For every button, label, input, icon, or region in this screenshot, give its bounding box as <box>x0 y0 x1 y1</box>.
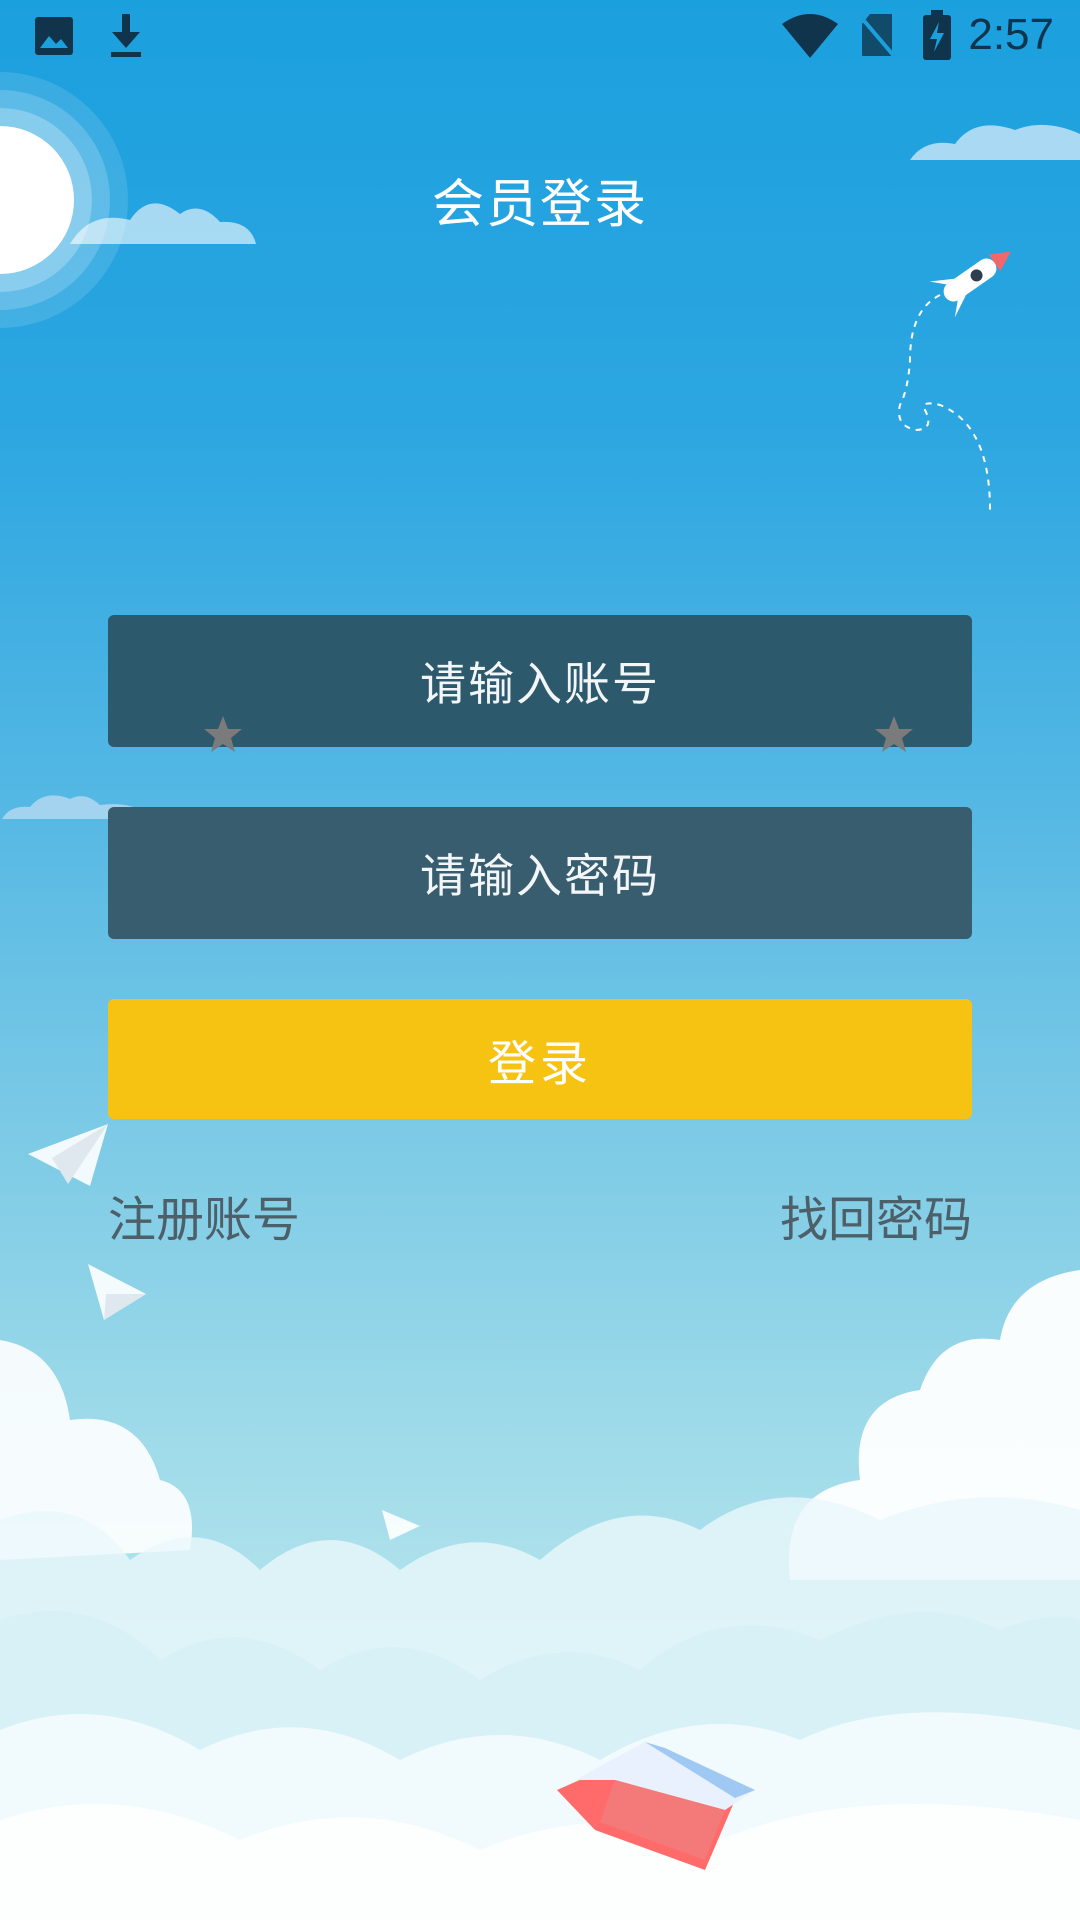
password-input[interactable]: 请输入密码 <box>108 807 972 939</box>
account-placeholder: 请输入账号 <box>420 657 660 711</box>
login-button-label: 登录 <box>487 1036 592 1092</box>
cloud-bank-illustration <box>0 1270 1080 1920</box>
status-bar: 2:57 <box>0 0 1080 72</box>
status-clock: 2:57 <box>968 10 1054 59</box>
star-icon <box>204 716 242 752</box>
page-title: 会员登录 <box>431 175 648 235</box>
download-icon <box>111 14 141 57</box>
image-icon <box>35 17 73 55</box>
password-placeholder: 请输入密码 <box>420 849 660 903</box>
star-icon <box>875 716 913 752</box>
register-link[interactable]: 注册账号 <box>108 1180 300 1250</box>
cloud-illustration <box>910 124 1080 160</box>
no-sim-icon <box>858 14 896 58</box>
login-button[interactable]: 登录 <box>108 999 972 1119</box>
wifi-icon <box>782 14 838 58</box>
forgot-password-link[interactable]: 找回密码 <box>780 1180 972 1250</box>
battery-charging-icon <box>923 10 951 60</box>
book-illustration <box>557 1742 755 1870</box>
login-screen: 2:57 会员登录 请输入账号 请输入密码 登录 注册账号 找回密码 <box>0 0 1080 1920</box>
rocket-illustration <box>898 251 1011 511</box>
paper-plane-illustration <box>28 1124 108 1186</box>
